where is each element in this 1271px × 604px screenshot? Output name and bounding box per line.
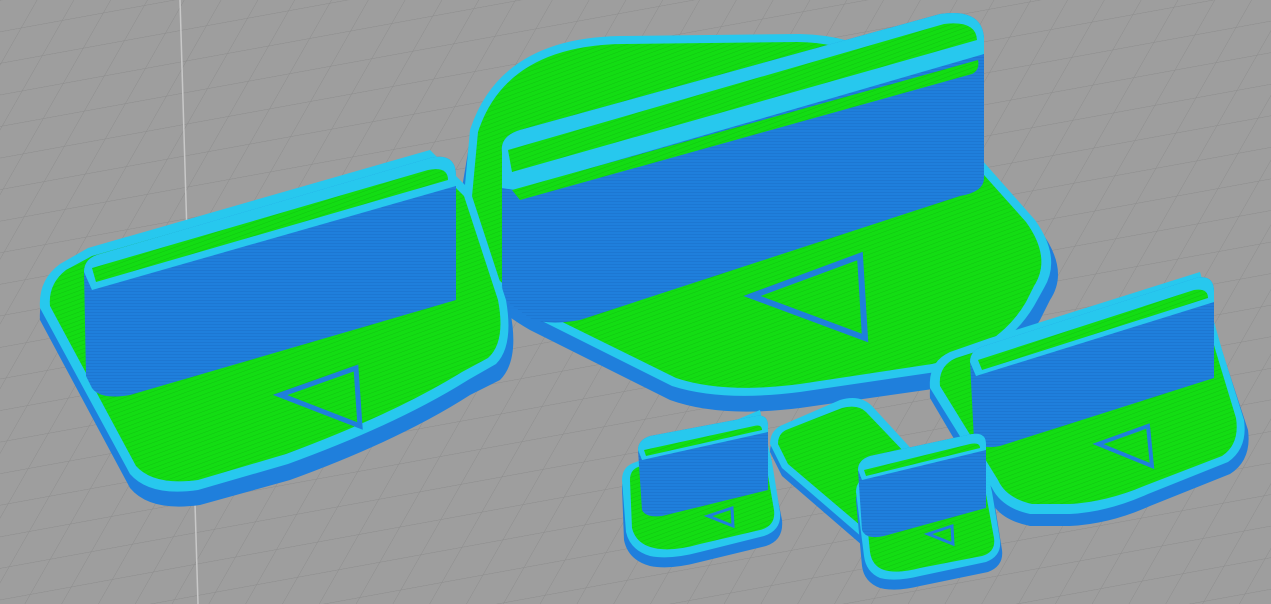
- 3d-preview-viewport[interactable]: [0, 0, 1271, 604]
- stand-small-right[interactable]: [856, 433, 1003, 590]
- print-bed-scene: [0, 0, 1271, 604]
